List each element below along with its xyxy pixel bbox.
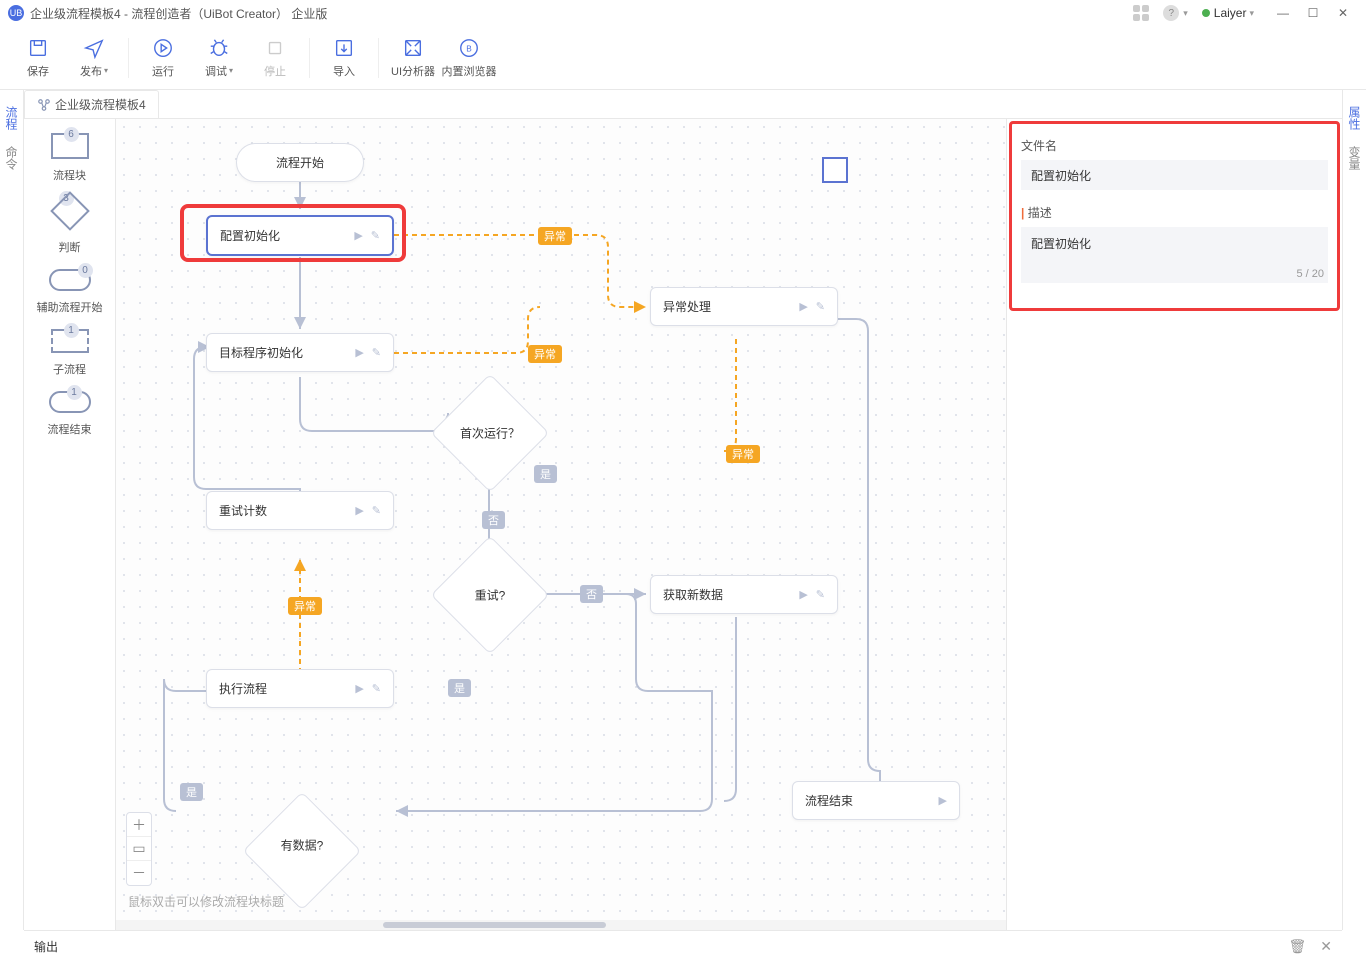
diamond-icon	[50, 191, 90, 231]
flow-icon	[37, 98, 51, 112]
node-config-init[interactable]: 配置初始化▶✎	[206, 215, 394, 256]
rail-tab-flow[interactable]: 流程	[1, 98, 22, 138]
publish-icon	[83, 37, 105, 59]
edge-label-no: 否	[580, 585, 603, 603]
save-icon	[27, 37, 49, 59]
user-menu[interactable]: Laiyer ▾	[1202, 6, 1254, 20]
node-get-data[interactable]: 获取新数据▶✎	[650, 575, 838, 614]
edit-icon[interactable]: ✎	[816, 300, 825, 313]
builtin-browser-button[interactable]: B 内置浏览器	[441, 31, 497, 85]
edge-label-yes: 是	[448, 679, 471, 697]
debug-button[interactable]: 调试▾	[191, 31, 247, 85]
publish-button[interactable]: 发布▾	[66, 31, 122, 85]
run-button[interactable]: 运行	[135, 31, 191, 85]
edit-icon[interactable]: ✎	[371, 229, 380, 242]
zoom-reset-button[interactable]: ▭	[127, 837, 151, 861]
stop-button: 停止	[247, 31, 303, 85]
canvas-anchor[interactable]	[822, 157, 848, 183]
play-icon[interactable]: ▶	[799, 300, 807, 313]
titlebar: UB 企业级流程模板4 - 流程创造者（UiBot Creator） 企业版 ?…	[0, 0, 1366, 26]
palette-end[interactable]: 1 流程结束	[48, 391, 92, 437]
palette: 6 流程块 3 判断 0 辅助流程开始 1 子流程 1 流程结束	[24, 119, 116, 930]
node-exception[interactable]: 异常处理▶✎	[650, 287, 838, 326]
node-exec-flow[interactable]: 执行流程▶✎	[206, 669, 394, 708]
browser-icon: B	[458, 37, 480, 59]
edge-label-exception: 异常	[726, 445, 760, 463]
palette-subflow[interactable]: 1 子流程	[51, 329, 89, 377]
description-label: 描述	[1021, 204, 1328, 221]
minimize-button[interactable]: —	[1268, 2, 1298, 24]
edge-label-no: 否	[482, 511, 505, 529]
left-rail: 流程 命令	[0, 90, 24, 930]
play-icon[interactable]: ▶	[355, 682, 363, 695]
user-name: Laiyer	[1214, 6, 1247, 20]
play-icon[interactable]: ▶	[355, 504, 363, 517]
palette-aux-start[interactable]: 0 辅助流程开始	[37, 269, 103, 315]
rail-tab-command[interactable]: 命令	[1, 138, 22, 178]
canvas-hint: 鼠标双击可以修改流程块标题	[128, 893, 284, 910]
edit-icon[interactable]: ✎	[372, 504, 381, 517]
apps-grid-icon[interactable]	[1133, 5, 1149, 21]
rail-tab-properties[interactable]: 属性	[1344, 98, 1365, 138]
toolbar: 保存 发布▾ 运行 调试▾ 停止 导入 UI分析器 B 内置浏览器	[0, 26, 1366, 90]
edit-icon[interactable]: ✎	[816, 588, 825, 601]
edit-icon[interactable]: ✎	[372, 346, 381, 359]
app-logo-icon: UB	[8, 5, 24, 21]
save-button[interactable]: 保存	[10, 31, 66, 85]
analyzer-icon	[402, 37, 424, 59]
import-button[interactable]: 导入	[316, 31, 372, 85]
zoom-in-button[interactable]: ＋	[127, 813, 151, 837]
play-icon[interactable]: ▶	[354, 229, 362, 242]
help-icon[interactable]: ?	[1163, 5, 1179, 21]
zoom-out-button[interactable]: －	[127, 861, 151, 885]
document-tabs: 企业级流程模板4	[24, 90, 159, 118]
node-start[interactable]: 流程开始	[236, 143, 364, 182]
node-target-init[interactable]: 目标程序初始化▶✎	[206, 333, 394, 372]
filename-label: 文件名	[1021, 137, 1328, 154]
right-rail: 属性 变量	[1342, 90, 1366, 930]
filename-input[interactable]	[1021, 160, 1328, 190]
status-dot-icon	[1202, 9, 1210, 17]
node-flow-end[interactable]: 流程结束▶	[792, 781, 960, 820]
horizontal-scrollbar[interactable]	[116, 920, 1006, 930]
canvas[interactable]: 流程开始 配置初始化▶✎ 目标程序初始化▶✎ 首次运行？ 重试计数▶✎ 重试? …	[116, 119, 1006, 930]
edge-label-exception: 异常	[288, 597, 322, 615]
close-button[interactable]: ✕	[1328, 2, 1358, 24]
workspace: 6 流程块 3 判断 0 辅助流程开始 1 子流程 1 流程结束	[24, 118, 1342, 930]
palette-flowblock[interactable]: 6 流程块	[51, 133, 89, 183]
document-tab[interactable]: 企业级流程模板4	[24, 90, 159, 118]
window-title: 企业级流程模板4 - 流程创造者（UiBot Creator） 企业版	[30, 5, 327, 22]
edge-label-exception: 异常	[538, 227, 572, 245]
edge-label-exception: 异常	[528, 345, 562, 363]
node-retry-count[interactable]: 重试计数▶✎	[206, 491, 394, 530]
edge-label-yes: 是	[534, 465, 557, 483]
char-count: 5 / 20	[1021, 268, 1328, 280]
run-icon	[152, 37, 174, 59]
import-icon	[333, 37, 355, 59]
palette-decision[interactable]: 3 判断	[56, 197, 84, 255]
play-icon[interactable]: ▶	[799, 588, 807, 601]
rail-tab-variables[interactable]: 变量	[1344, 138, 1365, 178]
svg-text:B: B	[466, 44, 472, 53]
debug-icon	[208, 37, 230, 59]
output-bar: 输出 🗑 ✕	[24, 930, 1342, 962]
edge-label-yes: 是	[180, 783, 203, 801]
close-icon[interactable]: ✕	[1320, 938, 1332, 955]
play-icon[interactable]: ▶	[939, 794, 947, 807]
play-icon[interactable]: ▶	[355, 346, 363, 359]
output-label[interactable]: 输出	[34, 938, 58, 955]
chevron-down-icon: ▾	[1249, 8, 1254, 19]
stop-icon	[264, 37, 286, 59]
chevron-down-icon: ▾	[1183, 8, 1188, 19]
edit-icon[interactable]: ✎	[372, 682, 381, 695]
maximize-button[interactable]: ☐	[1298, 2, 1328, 24]
property-panel: 文件名 描述 5 / 20	[1006, 119, 1342, 930]
zoom-controls: ＋ ▭ －	[126, 812, 152, 886]
ui-analyzer-button[interactable]: UI分析器	[385, 31, 441, 85]
trash-icon[interactable]: 🗑	[1288, 938, 1306, 955]
